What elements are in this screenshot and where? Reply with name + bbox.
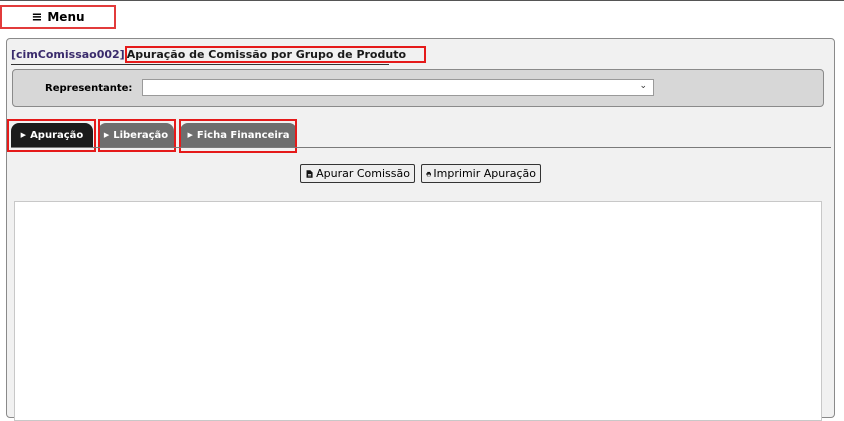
hamburger-icon: ≡ [31,9,43,25]
panel-header: [cimComissao002] Apuração de Comissão por… [11,46,427,64]
tab-apuracao[interactable]: ▶ Apuração [11,123,93,147]
tab-label: Liberação [113,129,169,141]
page-title: Apuração de Comissão por Grupo de Produt… [124,46,427,63]
chevron-down-icon: ⌄ [639,81,647,91]
apurar-label: Apurar Comissão [316,167,410,180]
tab-label: Ficha Financeira [196,129,290,141]
imprimir-apuracao-button[interactable]: Imprimir Apuração [421,164,541,183]
triangle-right-icon: ▶ [20,131,27,139]
tab-liberacao[interactable]: ▶ Liberação [98,123,174,147]
tab-ficha-financeira[interactable]: ▶ Ficha Financeira [180,123,297,147]
imprimir-label: Imprimir Apuração [433,167,536,180]
program-code: [cimComissao002] [11,48,125,61]
top-border-line [0,0,844,1]
menu-label: Menu [47,10,85,24]
document-icon [306,169,313,178]
results-area [14,201,822,421]
triangle-right-icon: ▶ [187,131,193,139]
tab-divider [11,147,831,148]
tab-label: Apuração [30,129,84,141]
representante-select[interactable]: ⌄ [142,79,654,96]
printer-icon [426,171,432,176]
menu-button[interactable]: ≡ Menu [0,5,116,29]
representante-label: Representante: [45,83,133,94]
triangle-right-icon: ▶ [103,131,110,139]
title-underline [11,64,389,65]
main-panel: [cimComissao002] Apuração de Comissão por… [6,38,835,421]
apurar-comissao-button[interactable]: Apurar Comissão [300,164,415,183]
filter-box: Representante: ⌄ [12,69,824,107]
